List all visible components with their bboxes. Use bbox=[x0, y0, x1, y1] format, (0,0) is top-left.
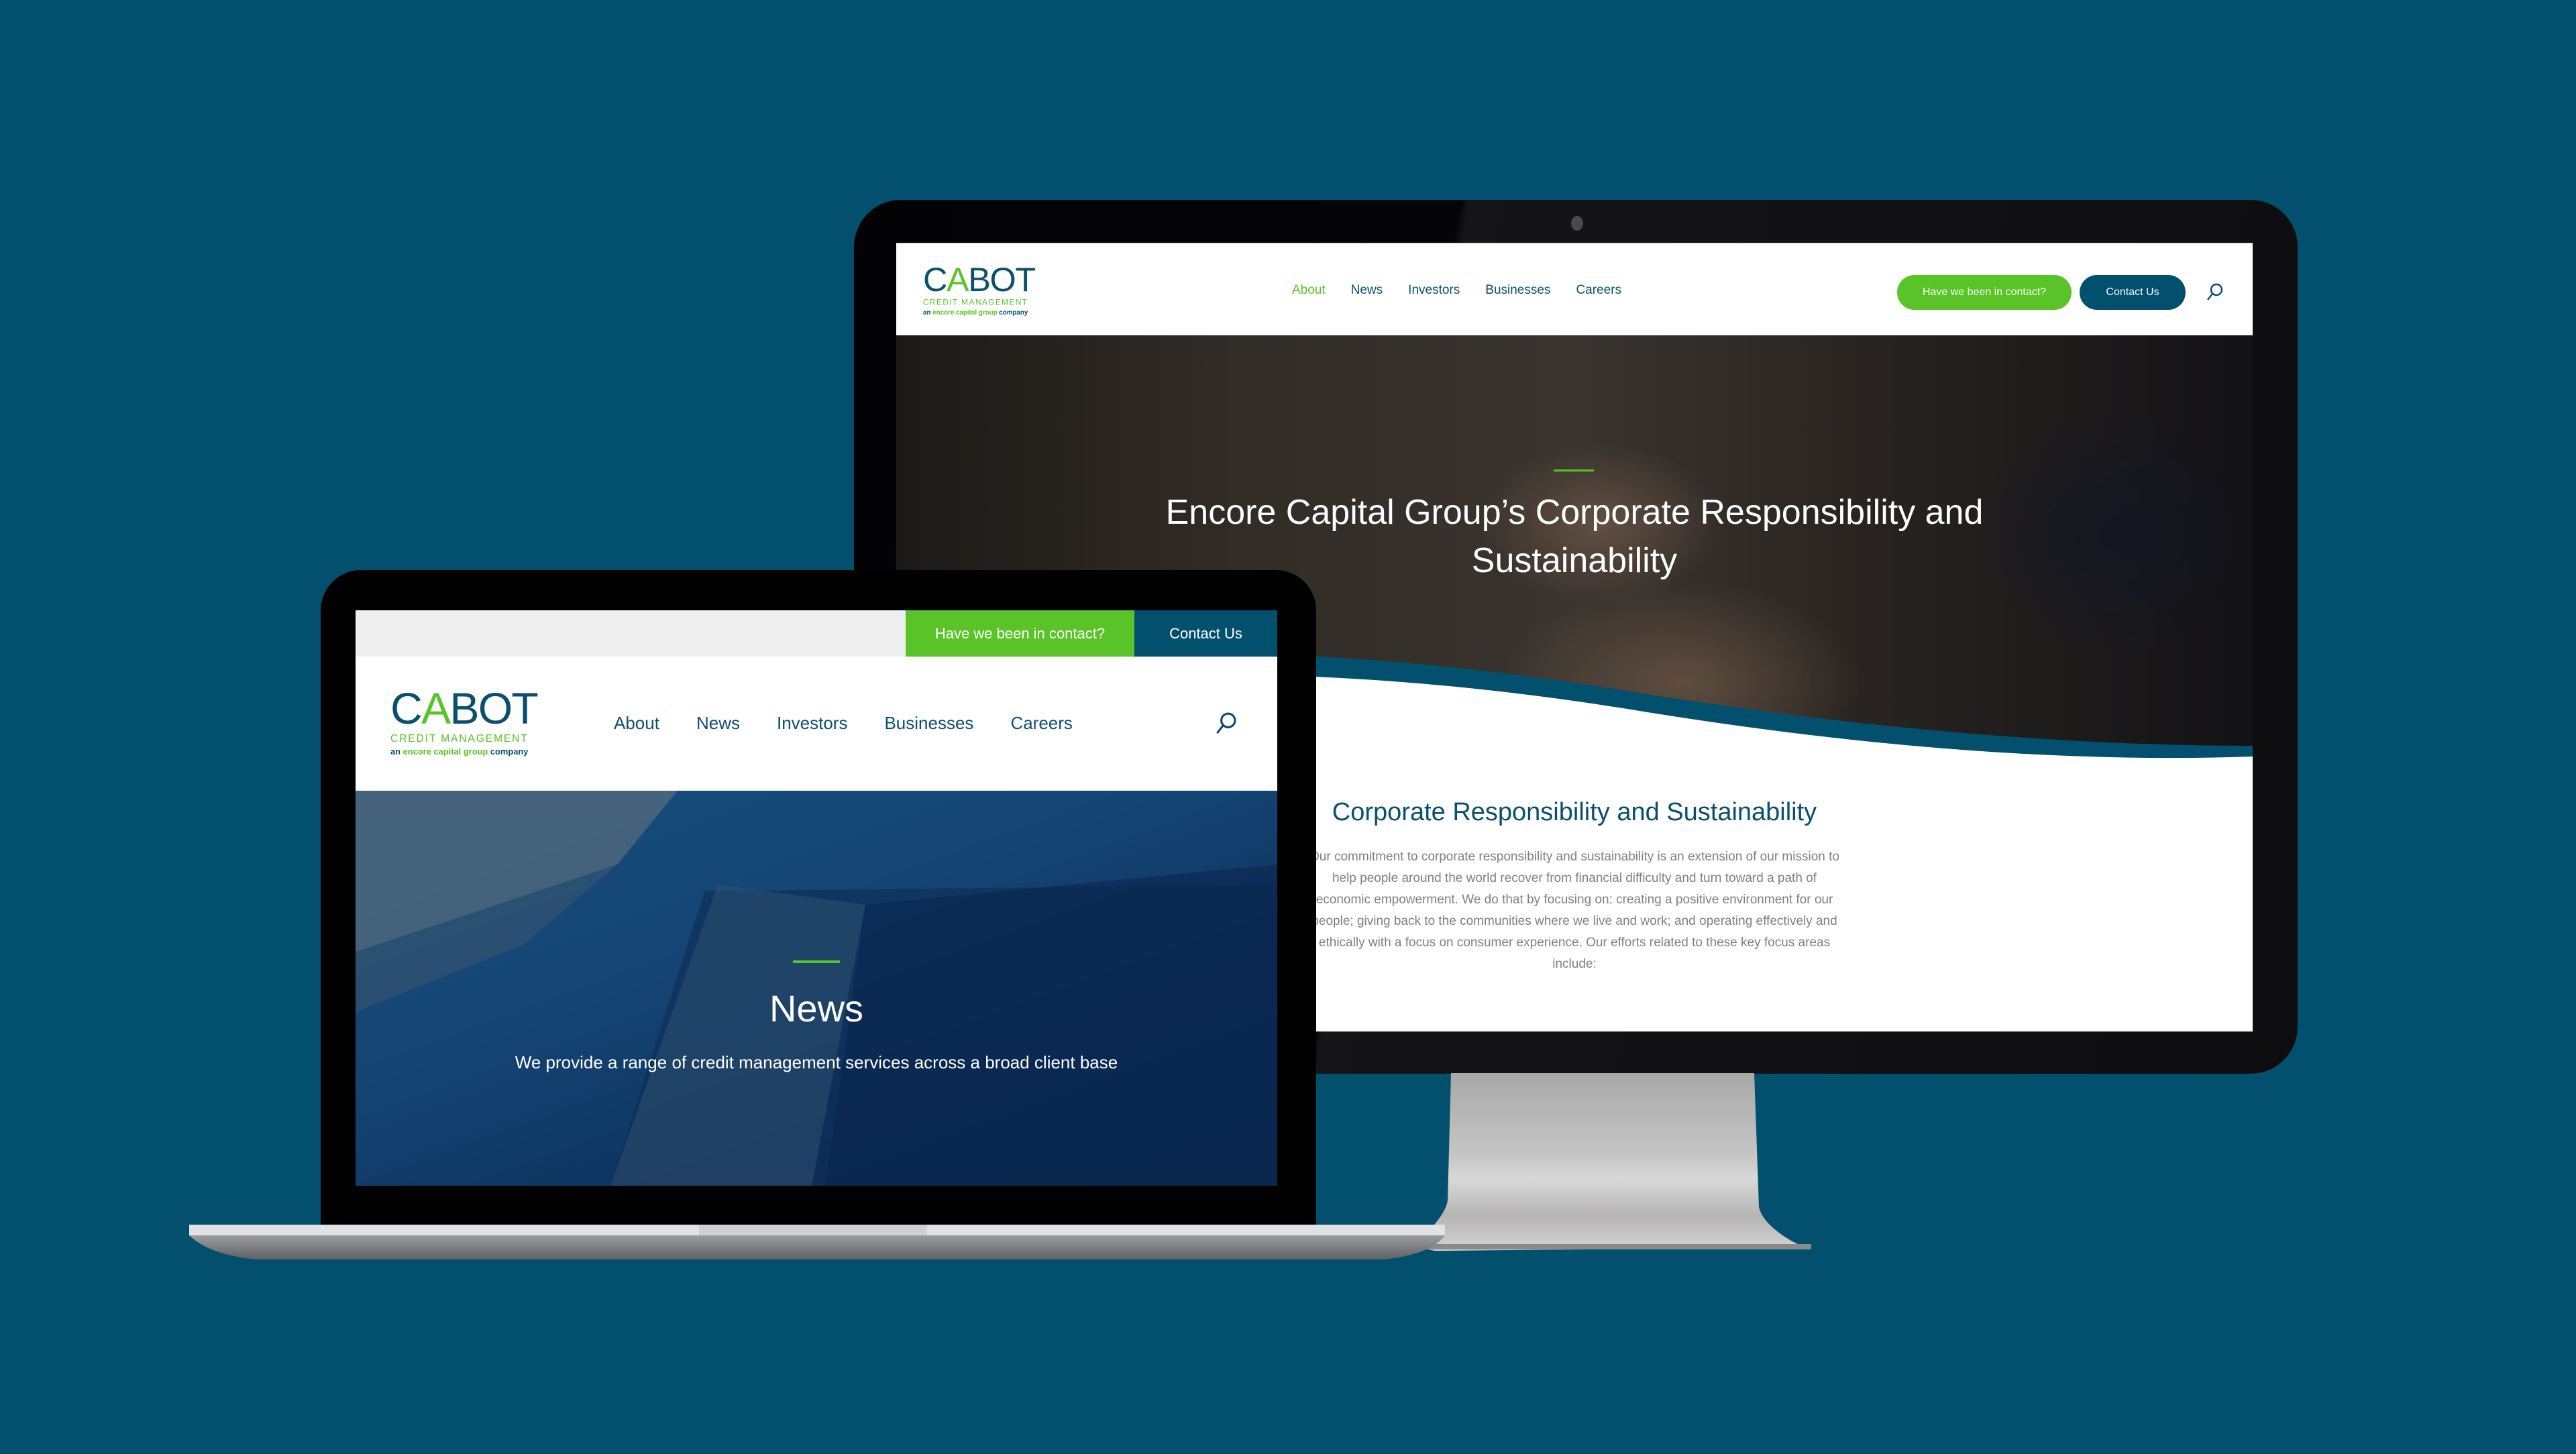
laptop-screen: Have we been in contact? Contact Us CABO… bbox=[356, 610, 1277, 1186]
have-we-been-in-contact-button[interactable]: Have we been in contact? bbox=[906, 610, 1134, 657]
monitor-stand bbox=[1422, 1073, 1811, 1251]
site-header: CABOT CREDIT MANAGEMENT an encore capita… bbox=[896, 243, 2253, 335]
nav-item-businesses[interactable]: Businesses bbox=[1485, 283, 1550, 298]
cabot-logo[interactable]: CABOT CREDIT MANAGEMENT an encore capita… bbox=[923, 261, 1036, 317]
logo-subtitle: CREDIT MANAGEMENT bbox=[390, 732, 529, 744]
section-body: Our commitment to corporate responsibili… bbox=[1309, 850, 1839, 971]
site-header: CABOT CREDIT MANAGEMENT an encore capita… bbox=[356, 657, 1277, 791]
nav-item-news[interactable]: News bbox=[1351, 283, 1383, 298]
search-icon[interactable] bbox=[1213, 710, 1238, 736]
nav-item-businesses[interactable]: Businesses bbox=[884, 713, 973, 734]
hero-title: News bbox=[769, 987, 864, 1029]
contact-us-button[interactable]: Contact Us bbox=[1134, 610, 1277, 657]
hero-banner: News We provide a range of credit manage… bbox=[356, 791, 1277, 1186]
search-icon[interactable] bbox=[2204, 282, 2224, 302]
hero-accent-rule bbox=[793, 960, 840, 963]
nav-item-careers[interactable]: Careers bbox=[1576, 283, 1621, 298]
hero-accent-rule bbox=[1554, 469, 1594, 471]
utility-bar: Have we been in contact? Contact Us bbox=[356, 610, 1277, 657]
logo-tagline: an encore capital group company bbox=[390, 746, 529, 757]
nav-item-news[interactable]: News bbox=[696, 713, 740, 734]
hero-subtitle: We provide a range of credit management … bbox=[515, 1052, 1118, 1072]
nav-item-investors[interactable]: Investors bbox=[1408, 283, 1460, 298]
logo-wordmark: CABOT bbox=[390, 684, 539, 734]
camera-icon bbox=[1571, 216, 1583, 231]
laptop-base bbox=[189, 1225, 1445, 1260]
main-nav: About News Investors Businesses Careers bbox=[614, 713, 1110, 734]
contact-us-button[interactable]: Contact Us bbox=[2080, 275, 2186, 310]
logo-wordmark: CABOT bbox=[923, 261, 1036, 299]
nav-item-investors[interactable]: Investors bbox=[777, 713, 848, 734]
logo-subtitle: CREDIT MANAGEMENT bbox=[923, 297, 1028, 307]
have-we-been-in-contact-button[interactable]: Have we been in contact? bbox=[1897, 275, 2072, 310]
nav-item-about[interactable]: About bbox=[614, 713, 659, 734]
nav-item-careers[interactable]: Careers bbox=[1010, 713, 1072, 734]
main-nav: About News Investors Businesses Careers bbox=[1292, 283, 1647, 298]
cabot-logo[interactable]: CABOT CREDIT MANAGEMENT an encore capita… bbox=[390, 684, 539, 757]
logo-tagline: an encore capital group company bbox=[923, 308, 1028, 317]
nav-item-about[interactable]: About bbox=[1292, 283, 1326, 298]
